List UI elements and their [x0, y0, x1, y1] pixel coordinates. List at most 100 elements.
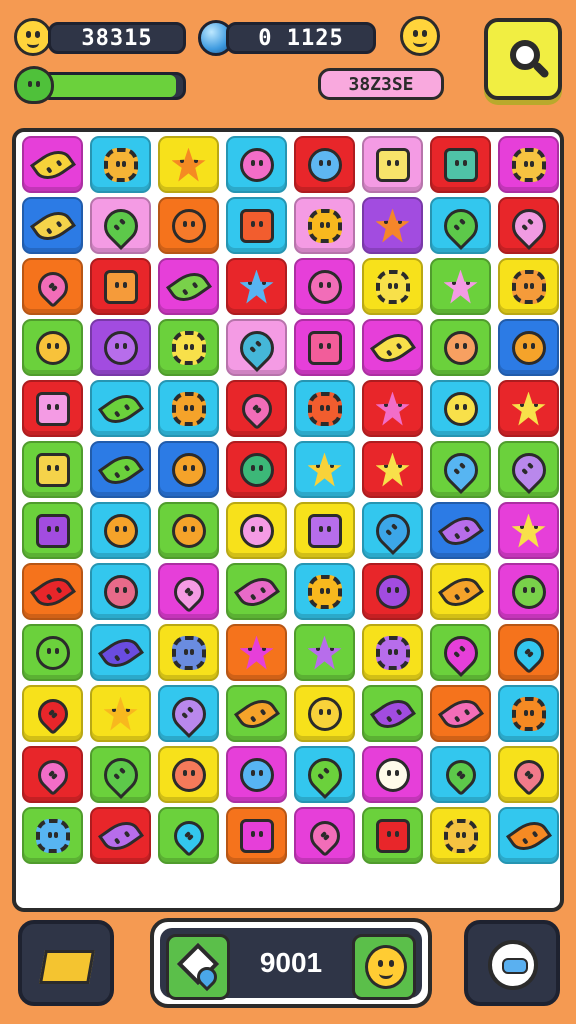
tile-r11-c2[interactable]: [90, 746, 151, 803]
tile-r4-c7[interactable]: [430, 319, 491, 376]
tile-r12-c3[interactable]: [158, 807, 219, 864]
tile-r8-c1[interactable]: [22, 563, 83, 620]
tile-r6-c6[interactable]: [362, 441, 423, 498]
tile-r10-c3[interactable]: [158, 685, 219, 742]
tile-r5-c6[interactable]: [362, 380, 423, 437]
tile-r12-c7[interactable]: [430, 807, 491, 864]
tile-r9-c6[interactable]: [362, 624, 423, 681]
tile-r10-c6[interactable]: [362, 685, 423, 742]
tile-r10-c1[interactable]: [22, 685, 83, 742]
tile-r3-c2[interactable]: [90, 258, 151, 315]
tile-r6-c8[interactable]: [498, 441, 559, 498]
tile-r7-c5[interactable]: [294, 502, 355, 559]
tile-r5-c1[interactable]: [22, 380, 83, 437]
tile-r12-c5[interactable]: [294, 807, 355, 864]
tile-r3-c3[interactable]: [158, 258, 219, 315]
tile-r10-c4[interactable]: [226, 685, 287, 742]
tile-r4-c5[interactable]: [294, 319, 355, 376]
tile-r4-c8[interactable]: [498, 319, 559, 376]
tile-r2-c3[interactable]: [158, 197, 219, 254]
tile-r1-c4[interactable]: [226, 136, 287, 193]
tile-r9-c5[interactable]: [294, 624, 355, 681]
tile-r8-c3[interactable]: [158, 563, 219, 620]
tile-r9-c7[interactable]: [430, 624, 491, 681]
tile-r1-c2[interactable]: [90, 136, 151, 193]
tile-r2-c1[interactable]: [22, 197, 83, 254]
tile-r9-c2[interactable]: [90, 624, 151, 681]
tile-r8-c7[interactable]: [430, 563, 491, 620]
tile-r12-c6[interactable]: [362, 807, 423, 864]
tile-r7-c6[interactable]: [362, 502, 423, 559]
tile-r1-c1[interactable]: [22, 136, 83, 193]
tile-r11-c6[interactable]: [362, 746, 423, 803]
tile-r12-c1[interactable]: [22, 807, 83, 864]
tile-r6-c5[interactable]: [294, 441, 355, 498]
tile-r3-c6[interactable]: [362, 258, 423, 315]
tile-r8-c6[interactable]: [362, 563, 423, 620]
tile-r3-c7[interactable]: [430, 258, 491, 315]
tile-r2-c7[interactable]: [430, 197, 491, 254]
tile-r12-c2[interactable]: [90, 807, 151, 864]
tile-r8-c5[interactable]: [294, 563, 355, 620]
edit-button[interactable]: [18, 920, 114, 1006]
tile-r6-c2[interactable]: [90, 441, 151, 498]
tile-r10-c8[interactable]: [498, 685, 559, 742]
tile-r9-c1[interactable]: [22, 624, 83, 681]
tile-r1-c7[interactable]: [430, 136, 491, 193]
tile-r2-c6[interactable]: [362, 197, 423, 254]
tile-r7-c7[interactable]: [430, 502, 491, 559]
tile-r7-c1[interactable]: [22, 502, 83, 559]
tile-r4-c6[interactable]: [362, 319, 423, 376]
tile-r1-c3[interactable]: [158, 136, 219, 193]
tile-r3-c4[interactable]: [226, 258, 287, 315]
tile-r10-c5[interactable]: [294, 685, 355, 742]
tile-r11-c1[interactable]: [22, 746, 83, 803]
refresh-icon: [488, 940, 538, 990]
tile-r11-c8[interactable]: [498, 746, 559, 803]
tile-r5-c4[interactable]: [226, 380, 287, 437]
tile-r3-c8[interactable]: [498, 258, 559, 315]
tile-r5-c8[interactable]: [498, 380, 559, 437]
tile-r7-c3[interactable]: [158, 502, 219, 559]
tile-r4-c2[interactable]: [90, 319, 151, 376]
tile-r11-c4[interactable]: [226, 746, 287, 803]
tile-r6-c1[interactable]: [22, 441, 83, 498]
tile-r4-c4[interactable]: [226, 319, 287, 376]
tile-r2-c4[interactable]: [226, 197, 287, 254]
tile-r8-c8[interactable]: [498, 563, 559, 620]
tile-r10-c2[interactable]: [90, 685, 151, 742]
tile-r3-c5[interactable]: [294, 258, 355, 315]
tile-r7-c8[interactable]: [498, 502, 559, 559]
tile-r5-c3[interactable]: [158, 380, 219, 437]
tile-r12-c4[interactable]: [226, 807, 287, 864]
tile-r10-c7[interactable]: [430, 685, 491, 742]
tile-r3-c1[interactable]: [22, 258, 83, 315]
reset-button[interactable]: [464, 920, 560, 1006]
tile-r2-c8[interactable]: [498, 197, 559, 254]
tile-r1-c6[interactable]: [362, 136, 423, 193]
tile-r11-c3[interactable]: [158, 746, 219, 803]
tile-r6-c7[interactable]: [430, 441, 491, 498]
tile-r1-c8[interactable]: [498, 136, 559, 193]
tile-r9-c3[interactable]: [158, 624, 219, 681]
tile-r6-c3[interactable]: [158, 441, 219, 498]
tile-r2-c5[interactable]: [294, 197, 355, 254]
tile-r9-c8[interactable]: [498, 624, 559, 681]
tile-r12-c8[interactable]: [498, 807, 559, 864]
tile-r1-c5[interactable]: [294, 136, 355, 193]
tile-r9-c4[interactable]: [226, 624, 287, 681]
tile-r7-c4[interactable]: [226, 502, 287, 559]
tile-r4-c1[interactable]: [22, 319, 83, 376]
tile-r8-c4[interactable]: [226, 563, 287, 620]
tile-r11-c5[interactable]: [294, 746, 355, 803]
tile-r4-c3[interactable]: [158, 319, 219, 376]
tile-r5-c2[interactable]: [90, 380, 151, 437]
tile-r8-c2[interactable]: [90, 563, 151, 620]
tile-r5-c7[interactable]: [430, 380, 491, 437]
search-button[interactable]: [484, 18, 562, 100]
tile-r6-c4[interactable]: [226, 441, 287, 498]
tile-r2-c2[interactable]: [90, 197, 151, 254]
tile-r11-c7[interactable]: [430, 746, 491, 803]
tile-r7-c2[interactable]: [90, 502, 151, 559]
tile-r5-c5[interactable]: [294, 380, 355, 437]
